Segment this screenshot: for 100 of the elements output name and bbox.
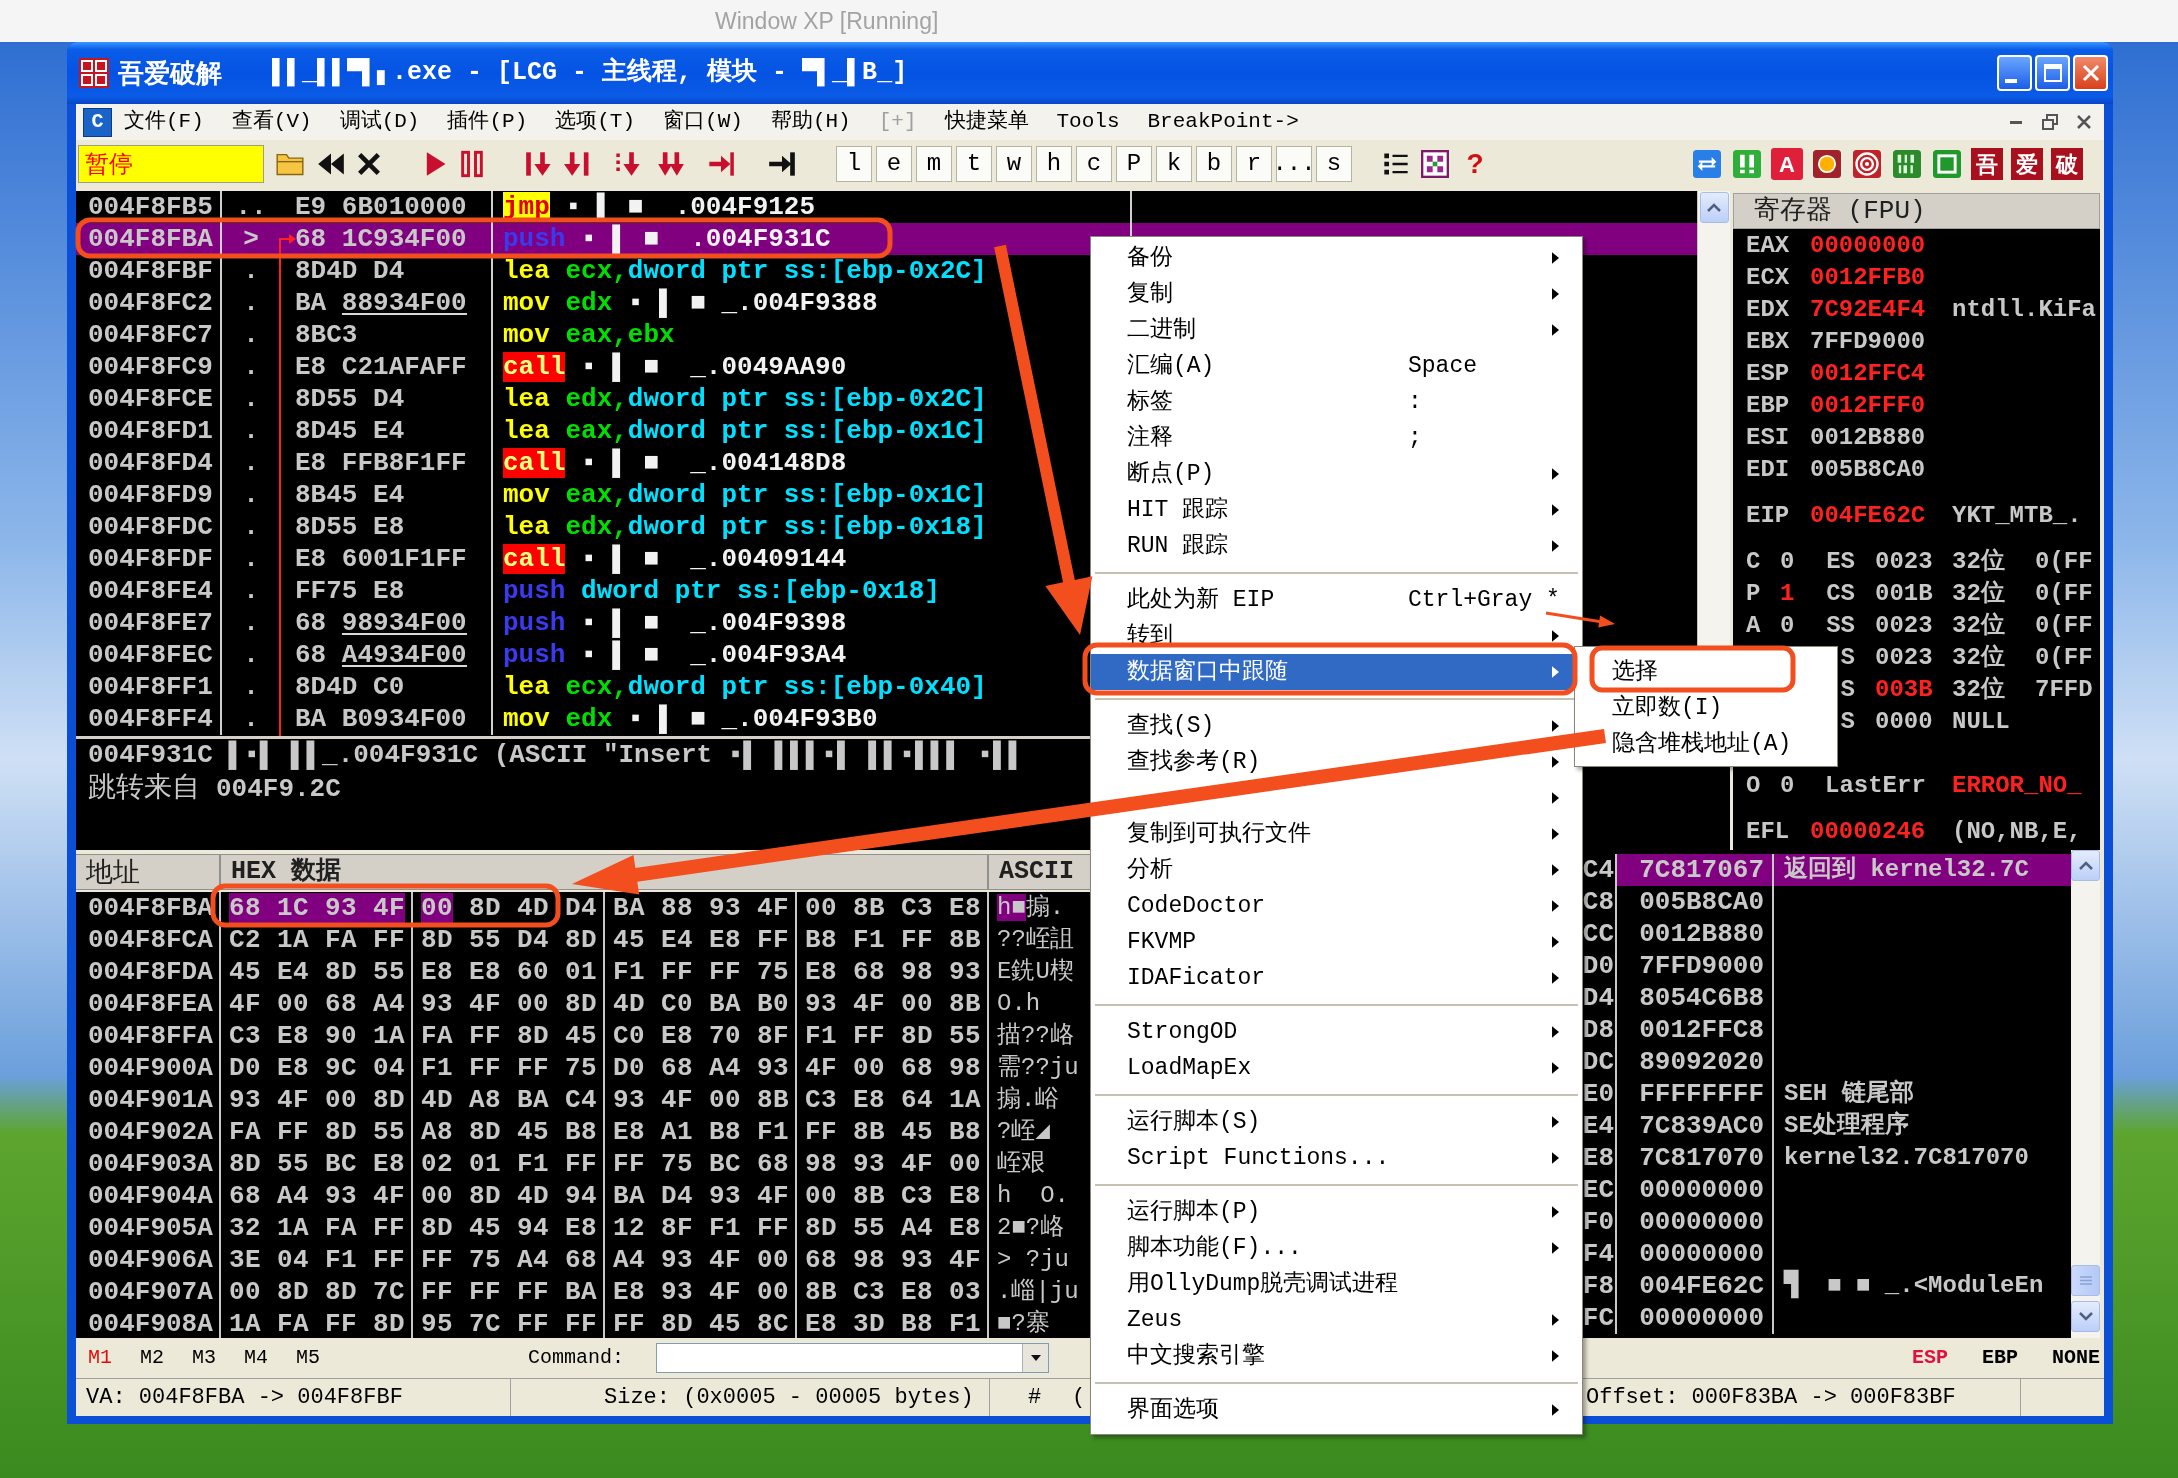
window-letter-button[interactable]: k [1156, 146, 1192, 182]
stack-value: 00000000 [1639, 1205, 1764, 1239]
menu-item[interactable]: 标签 : [1091, 384, 1573, 420]
minimize-button[interactable] [1997, 55, 2032, 91]
mark-tab[interactable]: M4 [244, 1343, 296, 1373]
menu-item[interactable]: 分析 [1091, 852, 1573, 888]
menu-bar-item[interactable]: 快捷菜单 [944, 106, 1029, 138]
stack-mode-tab[interactable]: NONE [2052, 1343, 2100, 1373]
window-letter-button[interactable]: t [956, 146, 992, 182]
menu-item[interactable]: 数据窗口中跟随 [1091, 654, 1573, 690]
menu-item[interactable]: 立即数(I) [1575, 690, 1837, 726]
logo-tile-button[interactable]: 吾 [1971, 148, 2003, 180]
menu-item[interactable]: 运行脚本(P) [1091, 1194, 1573, 1230]
window-letter-button[interactable]: w [996, 146, 1032, 182]
bars-icon [1893, 150, 1921, 178]
last-error-value: ERROR_NO_ [1952, 771, 2082, 801]
window-letter-button[interactable]: c [1076, 146, 1112, 182]
window-letter-button[interactable]: l [836, 146, 872, 182]
scroll-thumb[interactable] [2071, 1265, 2100, 1296]
command-field[interactable] [656, 1343, 1049, 1373]
chevron-up-icon [1707, 203, 1721, 212]
menu-item[interactable]: 复制到可执行文件 [1091, 816, 1573, 852]
menu-item[interactable]: Zeus [1091, 1302, 1573, 1338]
menu-item[interactable]: 界面选项 [1091, 1392, 1573, 1428]
menu-item[interactable]: StrongOD [1091, 1014, 1573, 1050]
menu-bar-item[interactable]: 窗口(W) [663, 106, 743, 138]
menu-item[interactable]: 脚本功能(F)... [1091, 1230, 1573, 1266]
mark-tab[interactable]: M5 [296, 1343, 348, 1373]
status-text: Offset: 000F83BA -> 000F83BF [1586, 1384, 1956, 1412]
scroll-up-button[interactable] [2071, 850, 2100, 881]
menu-item[interactable]: 选择 [1575, 654, 1837, 690]
marker-cell-text: . [243, 606, 259, 640]
menu-item[interactable]: IDAFicator [1091, 960, 1573, 996]
mark-tab[interactable]: M1 [88, 1343, 140, 1373]
menu-bar-item[interactable]: Tools [1056, 106, 1120, 138]
stack-value: FFFFFFFF [1639, 1077, 1764, 1111]
marker-cell-text: . [243, 254, 259, 288]
mark-tab[interactable]: M3 [192, 1343, 244, 1373]
address-cell-text: 004F8FDC [88, 510, 213, 544]
menu-bar-item[interactable]: 调试(D) [339, 106, 420, 138]
menu-bar-item[interactable]: 选项(T) [555, 106, 636, 138]
menu-bar-item[interactable]: 插件(P) [447, 106, 528, 138]
menu-item[interactable]: Script Functions... [1091, 1140, 1573, 1176]
window-letter-button[interactable]: e [876, 146, 912, 182]
hex-bytes: 93 4F 00 8D [229, 1083, 406, 1117]
menu-item[interactable]: CodeDoctor [1091, 888, 1573, 924]
window-letter-button[interactable]: s [1316, 146, 1352, 182]
logo-tile-button[interactable]: 破 [2051, 148, 2083, 180]
hex-bytes: 3E 04 F1 FF [229, 1243, 406, 1277]
menu-item[interactable]: 隐含堆栈地址(A) [1575, 726, 1837, 762]
menu-bar-item[interactable]: BreakPoint-> [1147, 106, 1299, 138]
menu-item[interactable]: LoadMapEx [1091, 1050, 1573, 1086]
menu-item[interactable]: 断点(P) [1091, 456, 1573, 492]
menu-item[interactable]: 二进制 [1091, 312, 1573, 348]
menu-item[interactable]: 注释 ; [1091, 420, 1573, 456]
ascii-text: 峌艰 [997, 1149, 1045, 1179]
window-letter-button[interactable]: r [1236, 146, 1272, 182]
menu-item[interactable]: HIT 跟踪 [1091, 492, 1573, 528]
menu-item[interactable]: FKVMP [1091, 924, 1573, 960]
segment-name: SS [1826, 611, 1855, 641]
window-letter-button[interactable]: h [1036, 146, 1072, 182]
help-button[interactable]: ? [1457, 146, 1493, 182]
menu-item[interactable]: 用OllyDump脱壳调试进程 [1091, 1266, 1573, 1302]
close-button[interactable] [2073, 55, 2108, 91]
scroll-down-button[interactable] [2071, 1301, 2100, 1332]
menu-item[interactable]: 查找(S) [1091, 708, 1573, 744]
close-icon [2081, 64, 2100, 82]
status-indicator: 暂停 [78, 145, 264, 183]
menu-item[interactable]: 查找参考(R) [1091, 744, 1573, 780]
instruction-cell-text: push ▪ ▌ ■ _.004F93A4 [503, 638, 847, 672]
cpu-window-logo[interactable]: C [83, 107, 112, 137]
marker-cell-text: . [243, 286, 259, 320]
dropdown-button[interactable] [1022, 1344, 1048, 1372]
menu-item[interactable]: 此处为新 EIP Ctrl+Gray * [1091, 582, 1573, 618]
stack-mode-tab[interactable]: ESP [1911, 1343, 1948, 1373]
mark-tab[interactable]: M2 [140, 1343, 192, 1373]
window-letter-button[interactable]: P [1116, 146, 1152, 182]
menu-bar-item[interactable]: 帮助(H) [770, 106, 851, 138]
menu-item[interactable]: RUN 跟踪 [1091, 528, 1573, 564]
plugin-letter-button[interactable]: A [1771, 148, 1803, 180]
menu-item[interactable]: 中文搜索引擎 [1091, 1338, 1573, 1374]
instruction-cell-text: mov eax,ebx [503, 318, 675, 352]
marker-cell-text: .. [235, 191, 267, 224]
scroll-up-button[interactable] [1699, 192, 1729, 223]
menu-bar-item[interactable]: 查看(V) [231, 106, 312, 138]
window-letter-button[interactable]: ... [1276, 146, 1312, 182]
hex-bytes: C3 E8 64 1A [805, 1083, 982, 1117]
instruction-cell-text: push ▪ ▌ ■ _.004F9398 [503, 606, 847, 640]
window-letter-button[interactable]: m [916, 146, 952, 182]
segment-selector: 0023 [1875, 612, 1933, 639]
menu-bar-item[interactable]: 文件(F) [124, 106, 204, 138]
hex-bytes: A4 93 4F 00 [613, 1243, 790, 1277]
logo-tile-button[interactable]: 爱 [2011, 148, 2043, 180]
hex-bytes: 95 7C FF FF [421, 1307, 598, 1338]
window-letter-button[interactable]: b [1196, 146, 1232, 182]
menu-item[interactable]: 复制 [1091, 276, 1573, 312]
stack-mode-tab[interactable]: EBP [1981, 1343, 2018, 1373]
maximize-button[interactable] [2035, 55, 2070, 91]
menu-item[interactable]: 汇编(A) Space [1091, 348, 1573, 384]
menu-item[interactable]: 运行脚本(S) [1091, 1104, 1573, 1140]
